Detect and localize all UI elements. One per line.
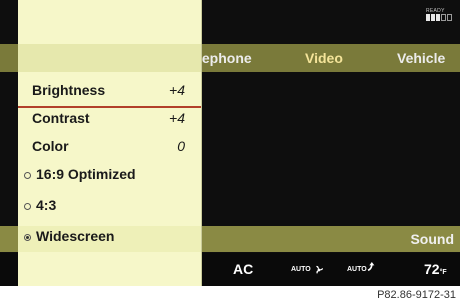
radio-off-icon	[24, 172, 31, 179]
auto-fan-label: AUTO	[291, 266, 311, 273]
tab-vehicle[interactable]: Vehicle	[397, 44, 445, 72]
radio-on-icon	[24, 234, 31, 241]
fan-icon	[316, 265, 323, 274]
format-label: 4:3	[36, 197, 57, 213]
brightness-value: +4	[169, 82, 185, 98]
contrast-label: Contrast	[32, 110, 90, 126]
menu-item-brightness[interactable]: Brightness +4	[18, 78, 201, 108]
format-option-4-3[interactable]: 4:3	[18, 193, 201, 219]
ac-button[interactable]: AC	[233, 253, 253, 286]
auto-fan-button[interactable]: AUTO	[291, 253, 311, 286]
temperature-display[interactable]: 72°F	[424, 253, 447, 286]
brightness-label: Brightness	[32, 82, 106, 98]
tab-video[interactable]: Video	[305, 44, 343, 72]
contrast-value: +4	[169, 110, 185, 126]
signal-bars-icon	[426, 14, 452, 21]
tab-bar-left-edge	[0, 44, 18, 72]
format-label: Widescreen	[36, 228, 115, 244]
air-distribution-icon	[367, 262, 375, 272]
auto-air-button[interactable]: AUTO	[347, 253, 367, 286]
video-settings-menu: Brightness +4 Contrast +4 Color 0 16:9 O…	[18, 0, 202, 286]
format-option-widescreen[interactable]: Widescreen	[18, 224, 201, 250]
format-label: 16:9 Optimized	[36, 166, 136, 182]
color-label: Color	[32, 138, 69, 154]
radio-off-icon	[24, 203, 31, 210]
menu-item-contrast[interactable]: Contrast +4	[18, 106, 201, 132]
temperature-value: 72	[424, 261, 440, 277]
sub-bar-left-edge	[0, 226, 18, 252]
temperature-unit: °F	[439, 269, 447, 276]
menu-item-color[interactable]: Color 0	[18, 134, 201, 160]
display-screen: READY lephone Video Vehicle Sound AC AUT…	[0, 0, 460, 286]
sound-button[interactable]: Sound	[410, 226, 454, 252]
format-option-16-9-optimized[interactable]: 16:9 Optimized	[18, 162, 201, 188]
menu-panel-tab-strip	[18, 44, 201, 72]
color-value: 0	[177, 138, 185, 154]
auto-air-label: AUTO	[347, 266, 367, 273]
figure-reference-code: P82.86-9172-31	[377, 289, 456, 301]
tab-telephone[interactable]: lephone	[198, 44, 252, 72]
